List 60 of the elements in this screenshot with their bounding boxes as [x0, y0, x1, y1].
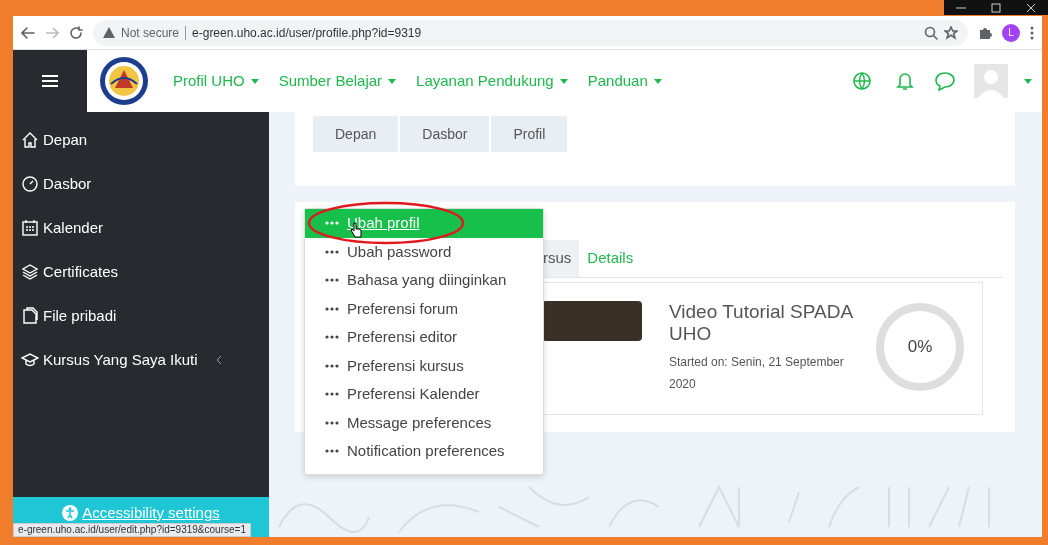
- kebab-menu-icon[interactable]: [1030, 25, 1034, 40]
- caret-icon: [250, 78, 259, 84]
- dots-icon: [325, 363, 339, 368]
- dots-icon: [325, 420, 339, 425]
- caret-icon: [559, 78, 568, 84]
- breadcrumb-link[interactable]: Dasbor: [400, 116, 490, 152]
- dots-icon: [325, 335, 339, 340]
- dots-icon: [325, 449, 339, 454]
- breadcrumb-link[interactable]: Depan: [313, 116, 399, 152]
- menu-button[interactable]: [13, 50, 87, 112]
- accessibility-icon: [62, 505, 79, 522]
- graduation-cap-icon: [21, 351, 39, 369]
- security-label: Not secure: [121, 24, 180, 42]
- university-logo-drawing: [99, 56, 149, 106]
- close-icon[interactable]: [1025, 2, 1036, 13]
- dots-icon: [325, 249, 339, 254]
- course-title-link[interactable]: Video Tutorial SPADA UHO: [669, 301, 869, 345]
- calendar-icon: [21, 219, 39, 237]
- menu-icon: [42, 74, 58, 88]
- dots-icon: [325, 221, 339, 226]
- breadcrumb-link[interactable]: Profil: [491, 116, 568, 152]
- globe-icon[interactable]: [852, 71, 872, 91]
- caret-icon: [653, 78, 662, 84]
- status-url-tooltip: e-green.uho.ac.id/user/edit.php?id=9319&course=1: [13, 523, 251, 537]
- dots-icon: [325, 392, 339, 397]
- zoom-icon: [924, 25, 938, 40]
- warning-icon: [103, 27, 115, 38]
- back-arrow-icon[interactable]: [21, 25, 35, 40]
- puzzle-icon[interactable]: [978, 25, 992, 40]
- dropdown-item[interactable]: Preferensi Kalender: [305, 380, 543, 409]
- progress-percent: 0%: [907, 336, 933, 359]
- layers-icon: [21, 263, 39, 281]
- chevron-icon: [215, 355, 222, 365]
- chat-icon[interactable]: [934, 71, 956, 91]
- dropdown-item[interactable]: Notification preferences: [305, 437, 543, 466]
- maximize-icon[interactable]: [991, 2, 1001, 13]
- sidebar-item[interactable]: File pribadi: [13, 294, 269, 338]
- address-bar[interactable]: Not secure e-green.uho.ac.id/user/profile.php?id=9319: [93, 19, 968, 46]
- caret-icon[interactable]: [1024, 78, 1032, 84]
- dropdown-item[interactable]: Message preferences: [305, 408, 543, 437]
- dots-icon: [325, 278, 339, 283]
- bell-icon[interactable]: [896, 71, 914, 91]
- sidebar-item[interactable]: Kursus Yang Saya Ikuti: [13, 338, 269, 382]
- sidebar-item[interactable]: Depan: [13, 118, 269, 162]
- profile-avatar[interactable]: L: [1002, 23, 1020, 42]
- gauge-icon: [21, 175, 39, 193]
- reload-icon[interactable]: [69, 25, 83, 40]
- sidebar-item[interactable]: Kalender: [13, 206, 269, 250]
- dropdown-item[interactable]: Preferensi editor: [305, 323, 543, 352]
- sidebar-item[interactable]: Certificates: [13, 250, 269, 294]
- dropdown-item[interactable]: Preferensi forum: [305, 294, 543, 323]
- caret-icon: [388, 78, 397, 84]
- course-start-date: Started on: Senin, 21 September 2020: [669, 353, 845, 393]
- dropdown-item[interactable]: Preferensi kursus: [305, 351, 543, 380]
- dots-icon: [325, 306, 339, 311]
- home-icon: [21, 131, 39, 149]
- star-icon[interactable]: [944, 25, 958, 40]
- sidebar-item[interactable]: Dasbor: [13, 162, 269, 206]
- file-icon: [21, 307, 39, 325]
- url-text: e-green.uho.ac.id/user/profile.php?id=9319: [192, 24, 422, 42]
